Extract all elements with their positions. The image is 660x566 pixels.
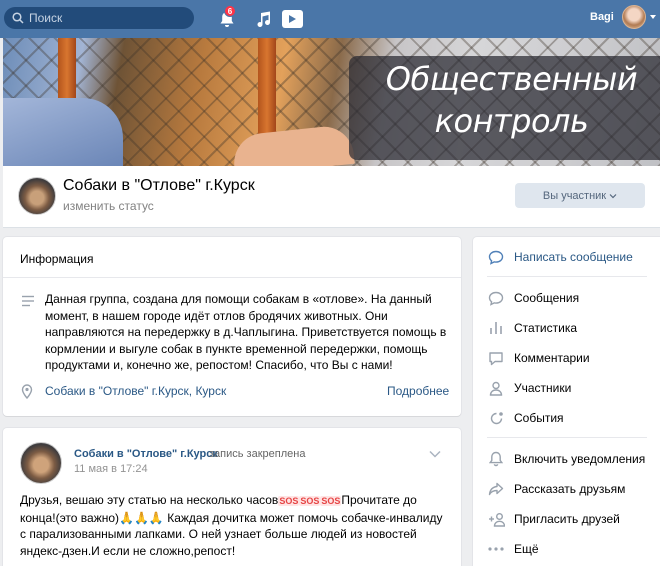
group-actions-menu: Написать сообщение Сообщения Статистика … xyxy=(473,237,660,566)
sos-emoji: SOS xyxy=(299,496,321,506)
post-text: Друзья, вешаю эту статью на несколько ча… xyxy=(20,492,444,559)
post-author-link[interactable]: Собаки в "Отлове" г.Курск xyxy=(74,448,218,460)
divider xyxy=(487,437,647,438)
post-action-text: запись закреплена xyxy=(209,448,306,460)
menu-label: Включить уведомления xyxy=(514,452,646,466)
menu-label: События xyxy=(514,411,564,425)
location-pin-icon xyxy=(21,384,33,399)
more-details-link[interactable]: Подробнее xyxy=(387,384,449,398)
user-name[interactable]: Bagi xyxy=(590,11,614,23)
group-header: Собаки в "Отлове" г.Курск изменить стату… xyxy=(3,166,660,228)
group-cover: Общественный контроль xyxy=(3,38,660,166)
menu-item-messages[interactable]: Сообщения xyxy=(473,286,660,310)
menu-item-comments[interactable]: Комментарии xyxy=(473,346,660,370)
cover-title-line2: контроль xyxy=(434,102,589,140)
notifications-badge: 6 xyxy=(224,5,236,17)
menu-item-more[interactable]: Ещё xyxy=(473,537,660,561)
search-box[interactable] xyxy=(4,7,194,29)
member-button-label: Вы участник xyxy=(542,189,607,202)
chevron-down-icon xyxy=(609,193,617,198)
praying-hands-emoji: 🙏🙏🙏 xyxy=(119,510,164,525)
comment-icon xyxy=(487,349,505,367)
chevron-down-icon[interactable] xyxy=(650,15,656,19)
group-avatar[interactable] xyxy=(18,177,56,215)
info-card: Информация Данная группа, создана для по… xyxy=(3,237,461,416)
change-status-link[interactable]: изменить статус xyxy=(63,199,154,213)
group-name: Собаки в "Отлове" г.Курск xyxy=(63,177,255,194)
menu-label: Ещё xyxy=(514,542,539,556)
menu-label: Статистика xyxy=(514,321,578,335)
post-author-avatar[interactable] xyxy=(20,442,62,484)
menu-label: Пригласить друзей xyxy=(514,512,620,526)
add-user-icon xyxy=(487,510,505,528)
chat-icon xyxy=(487,289,505,307)
share-icon xyxy=(487,480,505,498)
description-lines-icon xyxy=(22,295,34,307)
sos-emoji: SOS xyxy=(320,496,342,506)
info-heading: Информация xyxy=(20,252,94,266)
top-bar: 6 Bagi xyxy=(0,0,660,38)
chevron-down-icon[interactable] xyxy=(429,450,441,458)
location-link[interactable]: Собаки в "Отлове" г.Курск, Курск xyxy=(45,384,226,398)
write-message-button[interactable]: Написать сообщение xyxy=(473,245,660,269)
more-icon xyxy=(487,540,505,558)
post-date[interactable]: 11 мая в 17:24 xyxy=(74,463,148,475)
cover-sleeve xyxy=(3,98,123,166)
menu-item-statistics[interactable]: Статистика xyxy=(473,316,660,340)
bell-icon xyxy=(487,450,505,468)
member-button[interactable]: Вы участник xyxy=(515,183,645,208)
user-icon xyxy=(487,379,505,397)
menu-label: Комментарии xyxy=(514,351,590,365)
menu-label: Сообщения xyxy=(514,291,580,305)
bar-chart-icon xyxy=(487,319,505,337)
chat-bubble-icon xyxy=(487,248,505,266)
divider xyxy=(3,277,461,278)
sos-emoji: SOS xyxy=(278,496,300,506)
group-description: Данная группа, создана для помощи собака… xyxy=(45,292,447,372)
menu-item-invite[interactable]: Пригласить друзей xyxy=(473,507,660,531)
menu-label: Участники xyxy=(514,381,572,395)
cover-title: Общественный контроль xyxy=(369,58,654,142)
user-avatar[interactable] xyxy=(622,5,646,29)
menu-item-members[interactable]: Участники xyxy=(473,376,660,400)
menu-item-share[interactable]: Рассказать друзьям xyxy=(473,477,660,501)
event-icon xyxy=(487,409,505,427)
search-input[interactable] xyxy=(29,11,179,25)
menu-item-notifications[interactable]: Включить уведомления xyxy=(473,447,660,471)
music-icon[interactable] xyxy=(254,8,274,30)
pinned-post: Собаки в "Отлове" г.Курск запись закрепл… xyxy=(3,428,461,566)
menu-item-events[interactable]: События xyxy=(473,406,660,430)
video-play-icon[interactable] xyxy=(281,8,303,30)
search-icon xyxy=(12,12,24,24)
divider xyxy=(487,276,647,277)
cover-title-line1: Общественный xyxy=(385,60,638,98)
menu-label: Рассказать друзьям xyxy=(514,482,626,496)
menu-label: Написать сообщение xyxy=(514,250,633,264)
post-text-part1: Друзья, вешаю эту статью на несколько ча… xyxy=(20,493,279,507)
